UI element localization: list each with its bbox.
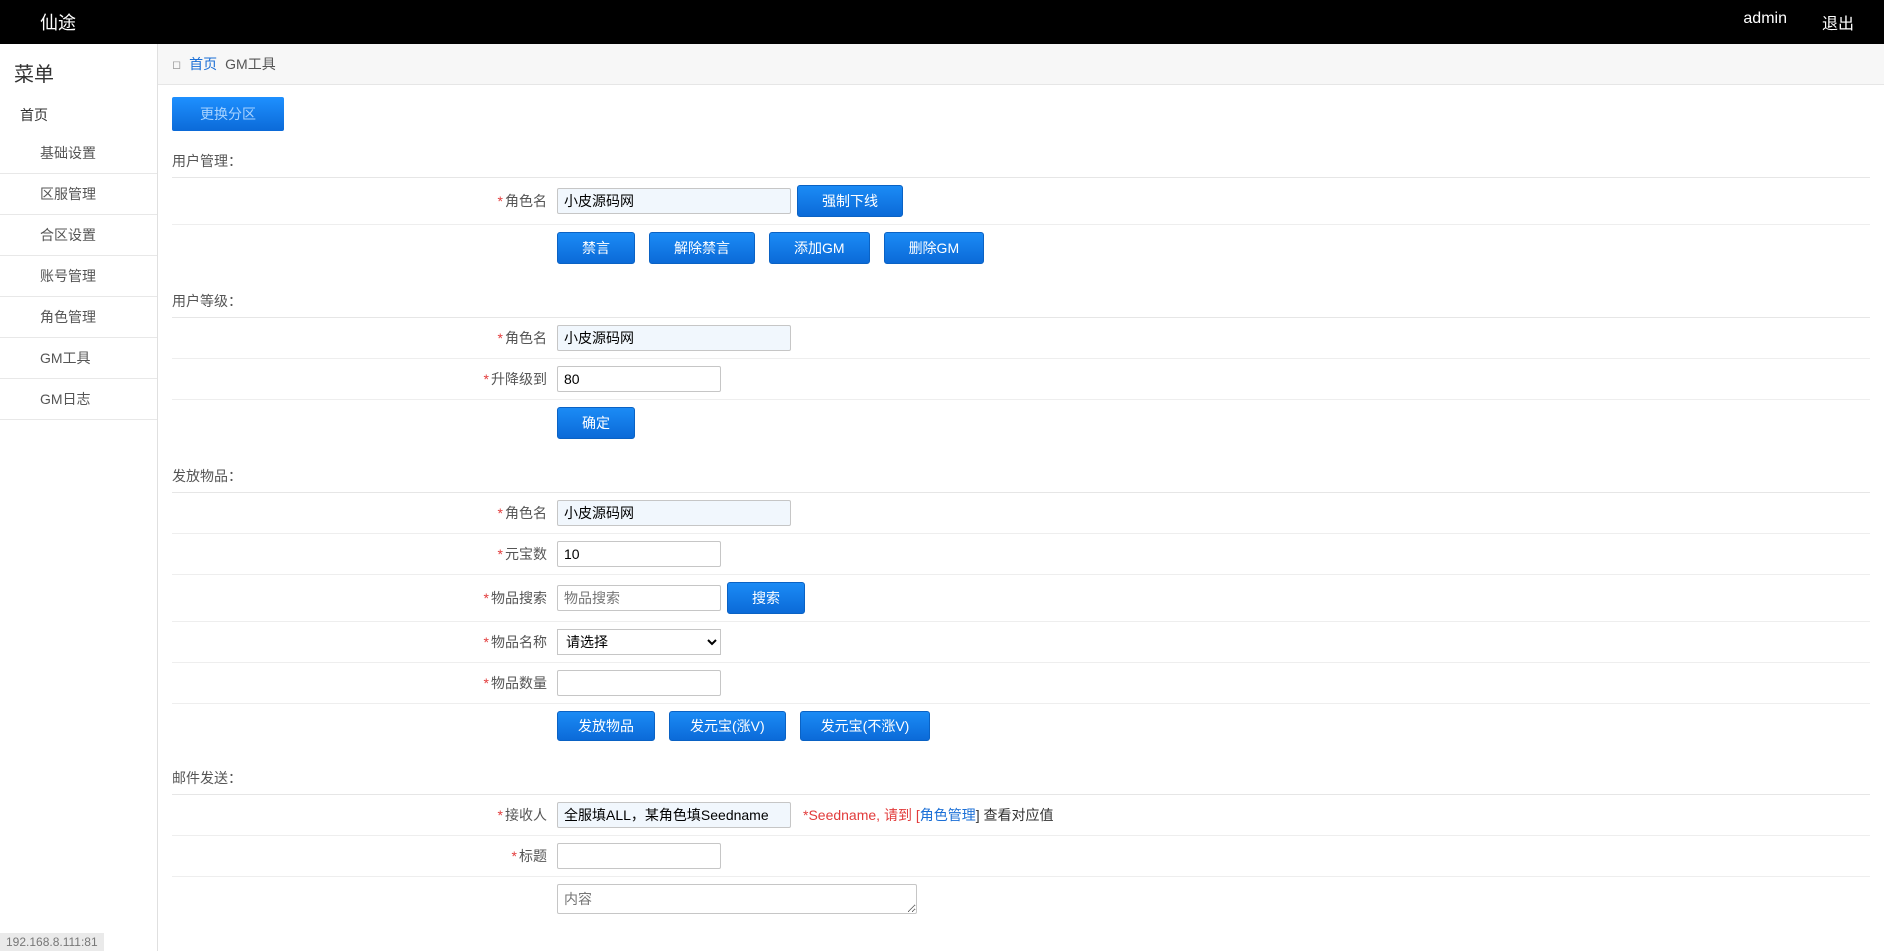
user-link[interactable]: admin xyxy=(1743,10,1787,34)
sidebar: 菜单 首页 基础设置 区服管理 合区设置 账号管理 角色管理 GM工具 GM日志 xyxy=(0,44,158,951)
label-item-name: 物品名称 xyxy=(491,634,547,650)
app-title: 仙途 xyxy=(40,9,76,35)
sidebar-item-gm-log[interactable]: GM日志 xyxy=(0,379,157,420)
breadcrumb: ◻ 首页 GM工具 xyxy=(158,44,1884,85)
section-title-user-mgmt: 用户管理： xyxy=(172,151,1870,178)
switch-zone-button[interactable]: 更换分区 xyxy=(172,97,284,131)
main: ◻ 首页 GM工具 更换分区 用户管理： *角色名 强制下线 xyxy=(158,44,1884,951)
search-button[interactable]: 搜索 xyxy=(727,582,805,614)
breadcrumb-current: GM工具 xyxy=(225,54,276,74)
recipient-input[interactable] xyxy=(557,802,791,828)
logout-link[interactable]: 退出 xyxy=(1822,10,1854,34)
label-role-give: 角色名 xyxy=(505,505,547,521)
section-user-mgmt: 用户管理： *角色名 强制下线 禁言 解除禁言 添加GM 删除GM xyxy=(172,151,1870,271)
sidebar-item-merge-settings[interactable]: 合区设置 xyxy=(0,215,157,256)
topbar-right: admin 退出 xyxy=(1743,10,1854,34)
sidebar-item-basic-settings[interactable]: 基础设置 xyxy=(0,133,157,174)
sidebar-item-gm-tools[interactable]: GM工具 xyxy=(0,338,157,379)
item-count-input[interactable] xyxy=(557,670,721,696)
section-give-item: 发放物品： *角色名 *元宝数 *物品搜索 xyxy=(172,466,1870,748)
sidebar-item-zone-mgmt[interactable]: 区服管理 xyxy=(0,174,157,215)
section-title-mail: 邮件发送： xyxy=(172,768,1870,795)
topbar: 仙途 admin 退出 xyxy=(0,0,1884,44)
label-role-level: 角色名 xyxy=(505,330,547,346)
section-title-give-item: 发放物品： xyxy=(172,466,1870,493)
sidebar-title: 菜单 xyxy=(0,44,157,97)
breadcrumb-home[interactable]: 首页 xyxy=(189,54,217,74)
label-mail-title: 标题 xyxy=(519,848,547,864)
delete-gm-button[interactable]: 删除GM xyxy=(884,232,985,264)
level-input[interactable] xyxy=(557,366,721,392)
confirm-level-button[interactable]: 确定 xyxy=(557,407,635,439)
item-search-input[interactable] xyxy=(557,585,721,611)
hint-prefix: *Seedname, 请到 [ xyxy=(803,807,920,823)
role-input-giveitem[interactable] xyxy=(557,500,791,526)
mail-content-textarea[interactable] xyxy=(557,884,917,914)
label-gold: 元宝数 xyxy=(505,546,547,562)
item-name-select[interactable]: 请选择 xyxy=(557,629,721,655)
hint-link[interactable]: 角色管理 xyxy=(920,807,976,823)
label-recipient: 接收人 xyxy=(505,807,547,823)
give-gold-novip-button[interactable]: 发元宝(不涨V) xyxy=(800,711,931,741)
label-level-to: 升降级到 xyxy=(491,371,547,387)
sidebar-home[interactable]: 首页 xyxy=(0,97,157,133)
role-input-userlevel[interactable] xyxy=(557,325,791,351)
mail-title-input[interactable] xyxy=(557,843,721,869)
force-offline-button[interactable]: 强制下线 xyxy=(797,185,903,217)
sidebar-item-account-mgmt[interactable]: 账号管理 xyxy=(0,256,157,297)
give-gold-vip-button[interactable]: 发元宝(涨V) xyxy=(669,711,786,741)
section-mail: 邮件发送： *接收人 *Seedname, 请到 [角色管理] 查看对应值 *标… xyxy=(172,768,1870,921)
mute-button[interactable]: 禁言 xyxy=(557,232,635,264)
role-input-usermgmt[interactable] xyxy=(557,188,791,214)
sidebar-item-role-mgmt[interactable]: 角色管理 xyxy=(0,297,157,338)
label-item-count: 物品数量 xyxy=(491,675,547,691)
label-role: 角色名 xyxy=(505,193,547,209)
section-title-user-level: 用户等级： xyxy=(172,291,1870,318)
breadcrumb-icon: ◻ xyxy=(172,58,181,71)
add-gm-button[interactable]: 添加GM xyxy=(769,232,870,264)
section-user-level: 用户等级： *角色名 *升降级到 确定 xyxy=(172,291,1870,446)
unmute-button[interactable]: 解除禁言 xyxy=(649,232,755,264)
give-item-button[interactable]: 发放物品 xyxy=(557,711,655,741)
hint-suffix: ] 查看对应值 xyxy=(976,807,1054,823)
gold-input[interactable] xyxy=(557,541,721,567)
status-bar: 192.168.8.111:81 xyxy=(0,933,104,951)
label-item-search: 物品搜索 xyxy=(491,590,547,606)
